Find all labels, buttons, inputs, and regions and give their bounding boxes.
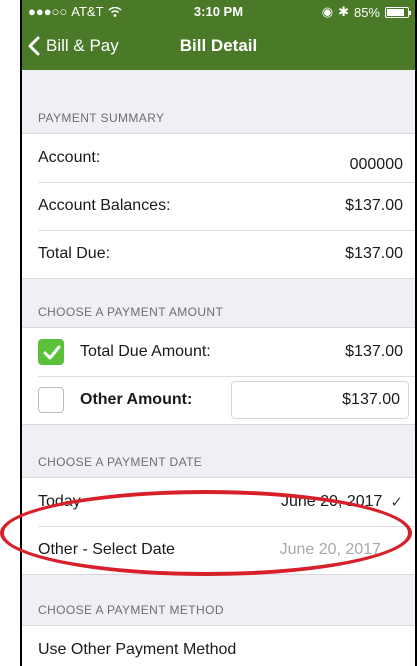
battery-icon — [385, 6, 411, 18]
account-value: 000000 — [349, 156, 403, 173]
payment-method-group: Use Other Payment Method — [22, 625, 415, 666]
other-amount-input[interactable]: $137.00 — [231, 381, 409, 419]
account-balances-label: Account Balances: — [38, 197, 171, 214]
phone-screen: ●●●○○ AT&T 3:10 PM ◉ ✱ 85% Bill & Pay Bi… — [20, 0, 417, 666]
bluetooth-icon: ✱ — [338, 4, 349, 19]
payment-summary-group: Account: 000000 Account Balances: $137.0… — [22, 133, 415, 279]
top-bar: ●●●○○ AT&T 3:10 PM ◉ ✱ 85% Bill & Pay Bi… — [22, 0, 415, 95]
today-date-value: June 20, 2017 — [281, 493, 383, 510]
other-amount-label: Other Amount: — [80, 391, 193, 408]
total-due-label: Total Due: — [38, 245, 111, 262]
other-date-value: June 20, 2017 — [279, 541, 381, 558]
total-due-checkbox[interactable] — [38, 339, 64, 365]
account-balances-row: Account Balances: $137.00 — [22, 182, 415, 230]
nav-bar: Bill & Pay Bill Detail — [22, 26, 415, 70]
other-date-label: Other - Select Date — [38, 541, 175, 558]
payment-summary-header: PAYMENT SUMMARY — [38, 111, 165, 125]
page-title: Bill Detail — [179, 36, 258, 55]
total-due-amount-label: Total Due Amount: — [80, 343, 211, 360]
payment-amount-group: Total Due Amount: $137.00 Other Amount: … — [22, 327, 415, 425]
selected-check-icon: ✓ — [390, 494, 403, 511]
payment-amount-header: CHOOSE A PAYMENT AMOUNT — [38, 305, 224, 319]
other-amount-checkbox[interactable] — [38, 387, 64, 413]
alarm-icon: ◉ — [321, 4, 334, 19]
payment-date-group: Today June 20, 2017 ✓ Other - Select Dat… — [22, 477, 415, 575]
today-row[interactable]: Today June 20, 2017 ✓ — [22, 478, 415, 526]
status-right: ◉ ✱ 85% — [321, 4, 411, 20]
status-bar: ●●●○○ AT&T 3:10 PM ◉ ✱ 85% — [22, 0, 415, 24]
other-payment-method-row[interactable]: Use Other Payment Method — [22, 626, 415, 666]
payment-method-header: CHOOSE A PAYMENT METHOD — [38, 603, 224, 617]
account-label: Account: — [38, 149, 101, 166]
battery-label: 85% — [353, 4, 380, 20]
total-due-amount-value: $137.00 — [345, 343, 403, 360]
total-due-row: Total Due: $137.00 — [22, 230, 415, 278]
total-due-value: $137.00 — [345, 245, 403, 262]
account-row: Account: 000000 — [22, 134, 415, 182]
payment-date-header: CHOOSE A PAYMENT DATE — [38, 455, 203, 469]
total-due-amount-row[interactable]: Total Due Amount: $137.00 — [22, 328, 415, 376]
account-balances-value: $137.00 — [345, 197, 403, 214]
checkmark-icon — [43, 345, 61, 360]
other-amount-row: Other Amount: $137.00 — [22, 376, 415, 424]
other-date-row[interactable]: Other - Select Date June 20, 2017 — [22, 526, 415, 574]
battery-fill — [387, 8, 404, 16]
today-label: Today — [38, 493, 81, 510]
other-payment-method-label: Use Other Payment Method — [38, 641, 237, 658]
scrolled-content-edge — [22, 70, 415, 95]
